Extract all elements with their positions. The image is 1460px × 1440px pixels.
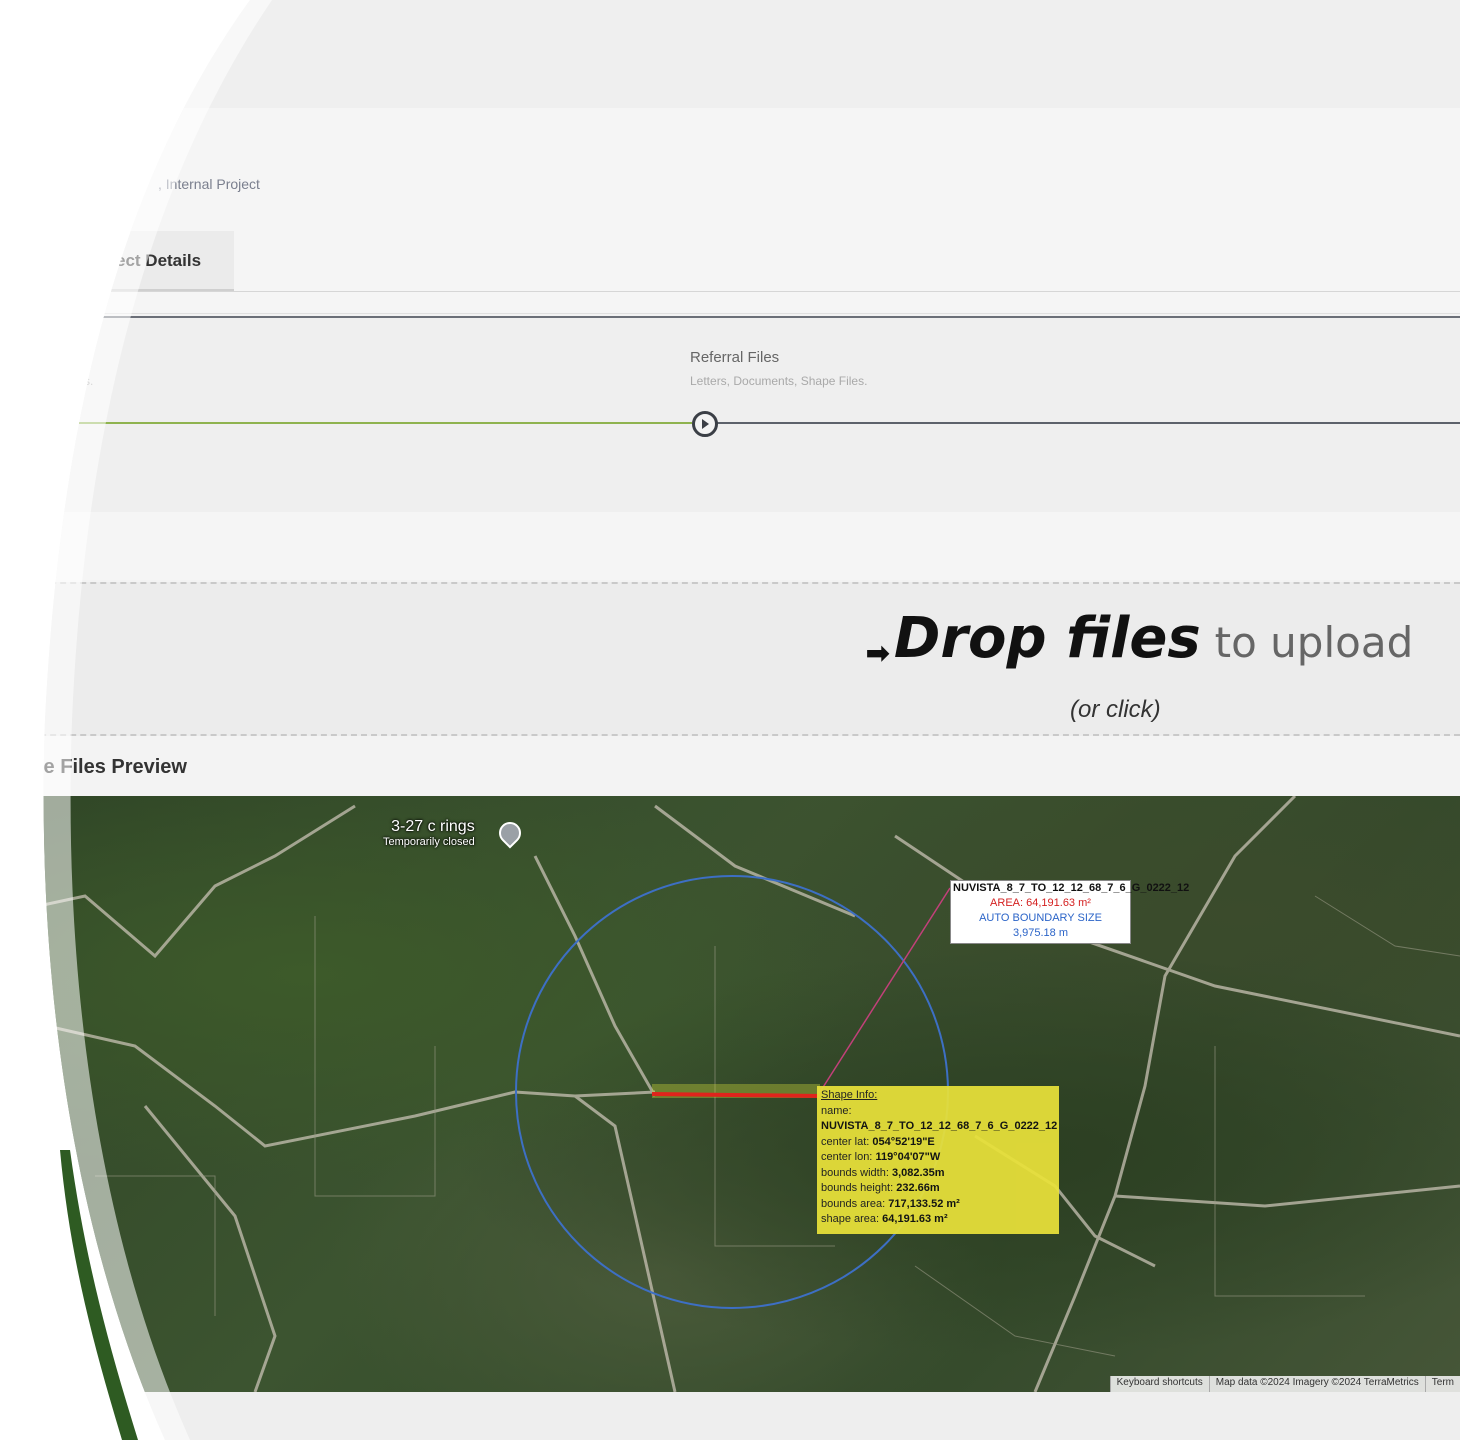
shape-info-height-label: bounds height:	[821, 1182, 894, 1194]
step-title-referral-files: Referral Files	[690, 349, 780, 366]
shape-info-shape-area-value: 64,191.63 m²	[882, 1213, 948, 1225]
shape-files-preview-title: hape Files Preview	[8, 756, 187, 778]
shape-info-lat-value: 054°52'19"E	[872, 1135, 935, 1148]
shape-info-bounds-area-label: bounds area:	[821, 1197, 886, 1210]
terms-link[interactable]: Term	[1424, 1376, 1460, 1392]
shape-info-shape-area-label: shape area:	[821, 1213, 880, 1225]
top-bar	[0, 0, 1460, 108]
step-previous-subtitle: s.	[84, 374, 94, 388]
place-name: 3-27 c rings	[391, 818, 475, 835]
dropzone-title-light: to upload	[1214, 618, 1414, 667]
map-trails	[95, 895, 1460, 1357]
shape-info-heading: Shape Info:	[821, 1089, 878, 1101]
tab-divider	[0, 291, 1460, 292]
dropzone-subtitle: (or click)	[1070, 696, 1161, 723]
shape-label-name: NUVISTA_8_7_TO_12_12_68_7_6_G_0222_12	[953, 882, 1190, 894]
step-subtitle: Letters, Documents, Shape Files.	[690, 374, 868, 388]
map-overlay	[15, 796, 1460, 1392]
place-label[interactable]: 3-27 c rings Temporarily closed	[383, 818, 475, 848]
shape-info-name-value: NUVISTA_8_7_TO_12_12_68_7_6_G_0222_12	[821, 1120, 1058, 1132]
page-footer-strip	[0, 1392, 1460, 1440]
shape-line	[651, 1092, 821, 1098]
keyboard-shortcuts-link[interactable]: Keyboard shortcuts	[1109, 1376, 1209, 1392]
dropzone-label: ➡ Drop files to upload	[866, 606, 1413, 671]
step-current-node[interactable]	[692, 411, 718, 437]
map-data-credit: Map data ©2024 Imagery ©2024 TerraMetric…	[1208, 1376, 1425, 1392]
shape-info-height-value: 232.66m	[896, 1182, 940, 1194]
place-status: Temporarily closed	[383, 836, 475, 848]
shape-info-box: Shape Info: name: NUVISTA_8_7_TO_12_12_6…	[817, 1086, 1059, 1234]
shape-label-area: AREA: 64,191.63 m²	[990, 897, 1091, 909]
stepper	[0, 316, 1460, 514]
shape-label-boundary-value: 3,975.18 m	[1012, 927, 1069, 939]
shape-info-lat-label: center lat:	[821, 1135, 870, 1148]
shape-info-width-value: 3,082.35m	[891, 1166, 945, 1179]
shape-info-width-label: bounds width:	[821, 1166, 889, 1179]
breadcrumb[interactable]: , Internal Project	[158, 176, 260, 192]
shape-info-name-label: name:	[821, 1104, 852, 1117]
shape-info-lon-label: center lon:	[821, 1151, 873, 1163]
play-icon	[702, 419, 709, 429]
tab-project-details[interactable]: ect Details	[80, 231, 234, 291]
map-view[interactable]: 3-27 c rings Temporarily closed NUVISTA_…	[15, 796, 1460, 1392]
leader-line	[819, 887, 951, 1093]
shape-info-bounds-area-value: 717,133.52 m²	[888, 1197, 960, 1210]
shape-info-lon-value: 119°04'07"W	[875, 1151, 941, 1163]
arrow-right-icon: ➡	[866, 637, 890, 669]
stepper-progress-remaining	[716, 422, 1460, 424]
map-attribution: Keyboard shortcuts Map data ©2024 Imager…	[1109, 1376, 1460, 1392]
dropzone-title: Drop files	[893, 606, 1201, 671]
shape-label-box: NUVISTA_8_7_TO_12_12_68_7_6_G_0222_12 AR…	[950, 880, 1190, 944]
section-spacer	[0, 512, 1460, 580]
shape-label-boundary-title: AUTO BOUNDARY SIZE	[979, 912, 1102, 924]
stepper-progress-completed	[0, 422, 692, 424]
tab-label: ect Details	[116, 251, 202, 270]
